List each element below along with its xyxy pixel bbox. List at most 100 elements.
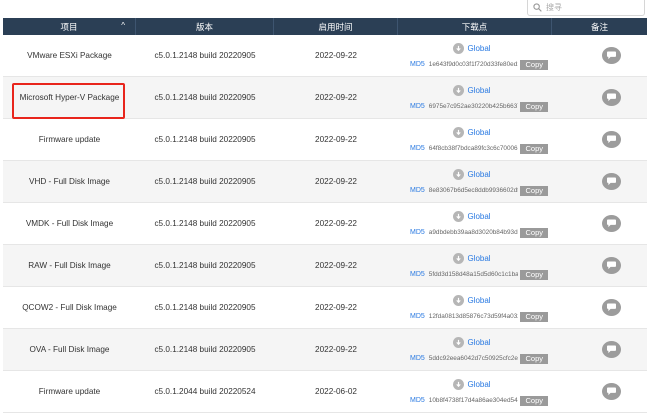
date-cell: 2022-09-22: [274, 287, 398, 328]
column-header-download[interactable]: 下载点: [398, 18, 552, 35]
download-arrow-icon[interactable]: [453, 253, 465, 264]
search-input[interactable]: [546, 3, 641, 12]
date-text: 2022-09-22: [315, 51, 357, 60]
download-arrow-icon[interactable]: [453, 43, 465, 54]
download-cell: Global MD5 8e83067b6d5ec8ddb9936602df26a…: [398, 161, 552, 202]
download-link-global[interactable]: Global: [467, 212, 490, 221]
table-row: VMDK - Full Disk Image c5.0.1.2148 build…: [3, 203, 647, 245]
md5-line: MD5 6975e7c952ae30220b425b6637557 Copy: [410, 101, 548, 113]
date-cell: 2022-09-22: [274, 161, 398, 202]
copy-button[interactable]: Copy: [520, 269, 548, 280]
column-header-item-label: 项目: [60, 21, 78, 32]
download-link-global[interactable]: Global: [467, 44, 490, 53]
download-line: Global: [396, 335, 548, 351]
download-arrow-icon[interactable]: [453, 337, 465, 348]
column-header-date[interactable]: 启用时间: [274, 18, 398, 35]
download-link-global[interactable]: Global: [467, 296, 490, 305]
note-cell: [552, 329, 647, 370]
version-cell: c5.0.1.2044 build 20220524: [136, 371, 274, 412]
date-text: 2022-09-22: [315, 261, 357, 270]
version-cell: c5.0.1.2148 build 20220905: [136, 329, 274, 370]
note-bubble-icon[interactable]: [602, 47, 621, 64]
download-link-global[interactable]: Global: [467, 86, 490, 95]
copy-button[interactable]: Copy: [520, 311, 548, 322]
md5-hash: 5ddc92eea6042d7c50925cfc2e47d: [428, 355, 519, 362]
version-text: c5.0.1.2148 build 20220905: [154, 219, 256, 228]
column-header-note-label: 备注: [590, 21, 608, 32]
version-cell: c5.0.1.2148 build 20220905: [136, 245, 274, 286]
table-row: VHD - Full Disk Image c5.0.1.2148 build …: [3, 161, 647, 203]
item-name: OVA - Full Disk Image: [29, 345, 110, 354]
note-bubble-icon[interactable]: [602, 383, 621, 400]
download-arrow-icon[interactable]: [453, 127, 465, 138]
table-body: VMware ESXi Package c5.0.1.2148 build 20…: [3, 35, 647, 413]
note-bubble-icon[interactable]: [602, 215, 621, 232]
table-row: Firmware update c5.0.1.2044 build 202205…: [3, 371, 647, 413]
md5-hash: 6975e7c952ae30220b425b6637557: [428, 103, 519, 110]
version-text: c5.0.1.2148 build 20220905: [154, 51, 256, 60]
download-arrow-icon[interactable]: [453, 85, 465, 96]
note-cell: [552, 287, 647, 328]
download-link-global[interactable]: Global: [467, 338, 490, 347]
md5-line: MD5 10b8f4738f17d4a86ae304ed54383 Copy: [410, 395, 548, 407]
copy-button[interactable]: Copy: [520, 101, 548, 112]
download-cell: Global MD5 10b8f4738f17d4a86ae304ed54383…: [398, 371, 552, 412]
version-cell: c5.0.1.2148 build 20220905: [136, 203, 274, 244]
download-line: Global: [396, 377, 548, 393]
md5-line: MD5 12fda0813d85876c73d59f4a03237 Copy: [410, 311, 548, 323]
md5-line: MD5 a9dbdebb39aa8d3020b84b93d606 Copy: [410, 227, 548, 239]
item-cell: RAW - Full Disk Image: [3, 245, 136, 286]
item-cell: VMware ESXi Package: [3, 35, 136, 76]
download-cell: Global MD5 1e643f9d0c03f1f720d33fe80ed18…: [398, 35, 552, 76]
download-line: Global: [396, 167, 548, 183]
download-line: Global: [396, 41, 548, 57]
item-name: VHD - Full Disk Image: [29, 177, 110, 186]
note-bubble-icon[interactable]: [602, 257, 621, 274]
item-cell: VHD - Full Disk Image: [3, 161, 136, 202]
download-arrow-icon[interactable]: [453, 379, 465, 390]
download-link-global[interactable]: Global: [467, 128, 490, 137]
column-header-note[interactable]: 备注: [552, 18, 647, 35]
md5-line: MD5 64f8cb38f7bdca89fc3c6c7000657f Copy: [410, 143, 548, 155]
download-arrow-icon[interactable]: [453, 211, 465, 222]
copy-button[interactable]: Copy: [520, 143, 548, 154]
downloads-table: 项目 ^ 版本 启用时间 下载点 备注 VMware ESXi Package …: [3, 18, 647, 413]
version-cell: c5.0.1.2148 build 20220905: [136, 287, 274, 328]
md5-hash: 5fdd3d158d48a15d5d60c1c1ba13bf: [428, 271, 519, 278]
download-link-global[interactable]: Global: [467, 170, 490, 179]
note-bubble-icon[interactable]: [602, 173, 621, 190]
search-box[interactable]: [527, 0, 645, 16]
download-arrow-icon[interactable]: [453, 169, 465, 180]
note-bubble-icon[interactable]: [602, 131, 621, 148]
note-cell: [552, 119, 647, 160]
item-name: Firmware update: [38, 387, 101, 396]
download-link-global[interactable]: Global: [467, 380, 490, 389]
note-bubble-icon[interactable]: [602, 299, 621, 316]
version-cell: c5.0.1.2148 build 20220905: [136, 161, 274, 202]
md5-hash: 8e83067b6d5ec8ddb9936602df26a: [428, 187, 519, 194]
table-row: Firmware update c5.0.1.2148 build 202209…: [3, 119, 647, 161]
column-header-item[interactable]: 项目 ^: [3, 18, 136, 35]
version-text: c5.0.1.2148 build 20220905: [154, 345, 256, 354]
download-link-global[interactable]: Global: [467, 254, 490, 263]
item-cell: Microsoft Hyper-V Package: [3, 77, 136, 118]
copy-button[interactable]: Copy: [520, 59, 548, 70]
download-cell: Global MD5 5fdd3d158d48a15d5d60c1c1ba13b…: [398, 245, 552, 286]
sort-caret-icon[interactable]: ^: [121, 21, 125, 30]
note-cell: [552, 203, 647, 244]
column-header-version[interactable]: 版本: [136, 18, 274, 35]
note-bubble-icon[interactable]: [602, 89, 621, 106]
download-cell: Global MD5 12fda0813d85876c73d59f4a03237…: [398, 287, 552, 328]
date-cell: 2022-09-22: [274, 329, 398, 370]
note-bubble-icon[interactable]: [602, 341, 621, 358]
copy-button[interactable]: Copy: [520, 185, 548, 196]
download-cell: Global MD5 6975e7c952ae30220b425b6637557…: [398, 77, 552, 118]
copy-button[interactable]: Copy: [520, 227, 548, 238]
note-cell: [552, 161, 647, 202]
md5-label: MD5: [410, 103, 425, 110]
download-arrow-icon[interactable]: [453, 295, 465, 306]
copy-button[interactable]: Copy: [520, 395, 548, 406]
md5-hash: 1e643f9d0c03f1f720d33fe80ed18d: [428, 61, 519, 68]
item-cell: OVA - Full Disk Image: [3, 329, 136, 370]
copy-button[interactable]: Copy: [520, 353, 548, 364]
